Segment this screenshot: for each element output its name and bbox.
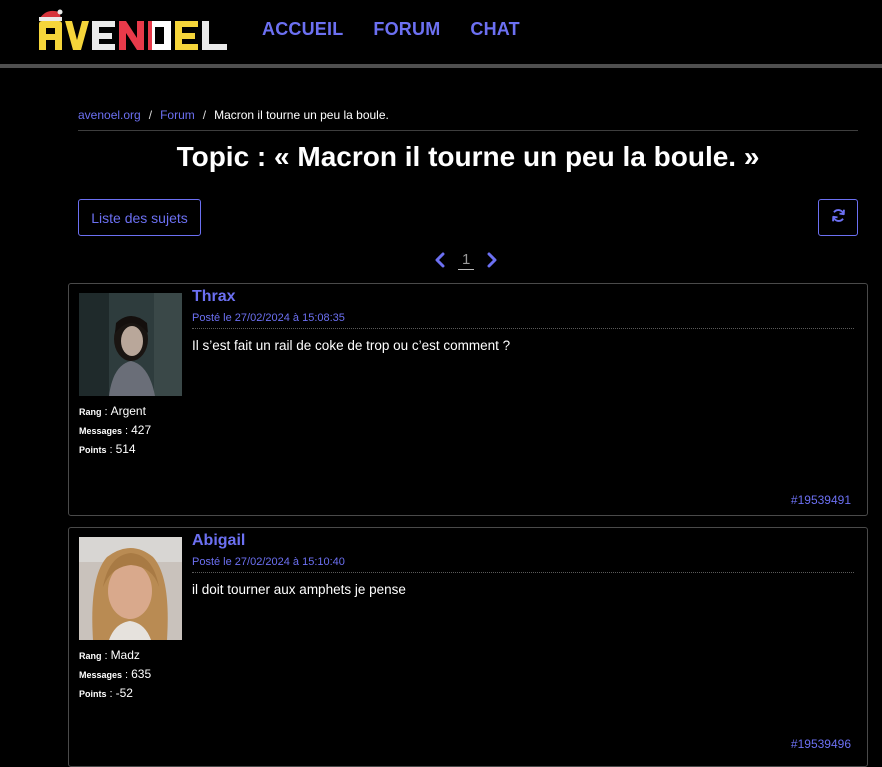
breadcrumb-separator: / xyxy=(148,108,153,122)
avatar[interactable] xyxy=(79,537,182,640)
breadcrumb-separator: / xyxy=(202,108,207,122)
post-divider xyxy=(192,328,854,329)
post-permalink[interactable]: #19539496 xyxy=(791,737,851,751)
user-stats: Rang : Argent Messages : 427 Points : 51… xyxy=(79,404,152,456)
avatar[interactable] xyxy=(79,293,182,396)
messages-value: 427 xyxy=(131,423,152,437)
next-page-button[interactable] xyxy=(484,252,500,268)
page-title: Topic : « Macron il tourne un peu la bou… xyxy=(176,141,760,172)
forum-post: Rang : Madz Messages : 635 Points : -52 … xyxy=(68,527,868,767)
current-page[interactable]: 1 xyxy=(458,251,475,270)
breadcrumb-current: Macron il tourne un peu la boule. xyxy=(214,108,389,122)
nav-links: ACCUEIL FORUM CHAT xyxy=(262,19,550,40)
rank-value: Argent xyxy=(110,404,146,418)
nav-link-forum[interactable]: FORUM xyxy=(373,19,440,40)
post-permalink[interactable]: #19539491 xyxy=(791,493,851,507)
pagination: 1 xyxy=(432,250,500,270)
messages-value: 635 xyxy=(131,667,152,681)
logo-graphic xyxy=(39,9,227,50)
post-author[interactable]: Abigail xyxy=(192,532,245,550)
site-logo[interactable] xyxy=(37,8,239,52)
post-body: Il s’est fait un rail de coke de trop ou… xyxy=(192,338,511,353)
refresh-icon xyxy=(831,208,846,228)
chevron-right-icon xyxy=(487,252,497,268)
chevron-left-icon xyxy=(435,252,445,268)
breadcrumb-home[interactable]: avenoel.org xyxy=(78,108,141,122)
post-author[interactable]: Thrax xyxy=(192,288,236,306)
points-label: Points xyxy=(79,445,107,455)
topic-list-button[interactable]: Liste des sujets xyxy=(78,199,201,236)
post-body: il doit tourner aux amphets je pense xyxy=(192,582,406,597)
user-stats: Rang : Madz Messages : 635 Points : -52 xyxy=(79,648,152,700)
forum-post: Rang : Argent Messages : 427 Points : 51… xyxy=(68,283,868,516)
messages-label: Messages xyxy=(79,426,123,436)
previous-page-button[interactable] xyxy=(432,252,448,268)
points-value: -52 xyxy=(115,686,133,700)
post-divider xyxy=(192,572,854,573)
messages-label: Messages xyxy=(79,670,123,680)
post-date: Posté le 27/02/2024 à 15:08:35 xyxy=(192,312,345,324)
breadcrumb: avenoel.org / Forum / Macron il tourne u… xyxy=(78,108,858,122)
breadcrumb-forum[interactable]: Forum xyxy=(160,108,195,122)
refresh-button[interactable] xyxy=(818,199,858,236)
breadcrumb-divider xyxy=(78,130,858,131)
navbar-divider xyxy=(0,64,882,68)
navbar: ACCUEIL FORUM CHAT xyxy=(0,0,882,64)
rank-label: Rang xyxy=(79,407,102,417)
rank-label: Rang xyxy=(79,651,102,661)
nav-link-accueil[interactable]: ACCUEIL xyxy=(262,19,343,40)
points-value: 514 xyxy=(115,442,136,456)
points-label: Points xyxy=(79,689,107,699)
rank-value: Madz xyxy=(110,648,140,662)
post-date: Posté le 27/02/2024 à 15:10:40 xyxy=(192,556,345,568)
nav-link-chat[interactable]: CHAT xyxy=(470,19,519,40)
